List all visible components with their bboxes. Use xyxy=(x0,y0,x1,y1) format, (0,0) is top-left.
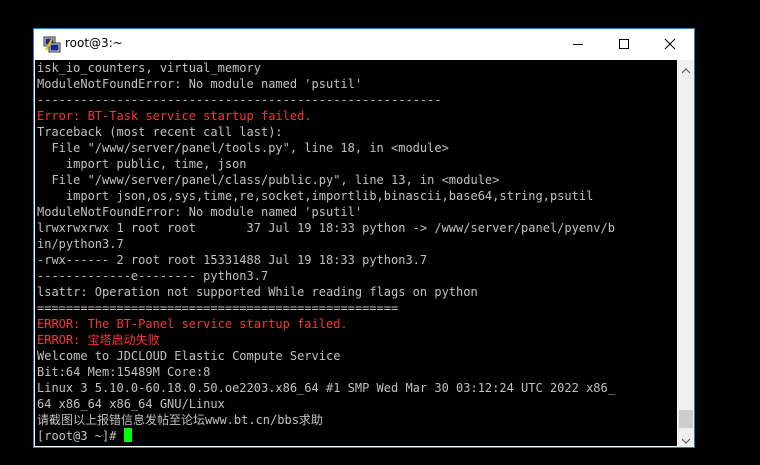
text-cursor xyxy=(123,428,132,442)
terminal-line: Error: BT-Task service startup failed. xyxy=(37,109,312,123)
close-icon xyxy=(664,35,676,54)
title-bar[interactable]: root@3:~ xyxy=(34,29,694,59)
terminal-line: ERROR: 宝塔启动失败 xyxy=(37,333,160,347)
chevron-down-icon xyxy=(681,429,691,448)
terminal-line: lrwxrwxrwx 1 root root 37 Jul 19 18:33 p… xyxy=(37,221,615,235)
terminal-line: Welcome to JDCLOUD Elastic Compute Servi… xyxy=(37,349,341,363)
terminal-text: isk_io_counters, virtual_memory ModuleNot… xyxy=(37,60,677,446)
minimize-icon xyxy=(572,35,584,54)
scroll-up-button[interactable] xyxy=(678,60,694,76)
terminal-line: File "/www/server/panel/tools.py", line … xyxy=(37,141,449,155)
terminal-line: in/python3.7 xyxy=(37,237,124,251)
terminal-line: ERROR: The BT-Panel service startup fail… xyxy=(37,317,348,331)
terminal-line: isk_io_counters, virtual_memory xyxy=(37,61,261,75)
terminal-line: -rwx------ 2 root root 15331488 Jul 19 1… xyxy=(37,253,428,267)
maximize-button[interactable] xyxy=(601,29,647,59)
terminal-window: root@3:~ isk_io_counters, virtual_memory… xyxy=(33,28,695,448)
chevron-up-icon xyxy=(681,59,691,78)
terminal-prompt-line: [root@3 ~]# xyxy=(37,428,677,444)
terminal-line: import json,os,sys,time,re,socket,import… xyxy=(37,189,594,203)
terminal-line: File "/www/server/panel/class/public.py"… xyxy=(37,173,500,187)
terminal-line: Bit:64 Mem:15489M Core:8 xyxy=(37,365,211,379)
vertical-scrollbar[interactable] xyxy=(678,60,694,446)
scrollbar-thumb[interactable] xyxy=(679,410,693,428)
terminal-line: ModuleNotFoundError: No module named 'ps… xyxy=(37,77,363,91)
terminal-line: ========================================… xyxy=(37,301,399,315)
terminal-line: ModuleNotFoundError: No module named 'ps… xyxy=(37,205,363,219)
terminal-line: -------------e-------- python3.7 xyxy=(37,269,269,283)
scroll-down-button[interactable] xyxy=(678,430,694,446)
minimize-button[interactable] xyxy=(555,29,601,59)
terminal-line: 请截图以上报错信息发帖至论坛www.bt.cn/bbs求助 xyxy=(37,413,323,427)
terminal-line: Traceback (most recent call last): xyxy=(37,125,283,139)
terminal-line: ----------------------------------------… xyxy=(37,93,442,107)
terminal-line: lsattr: Operation not supported While re… xyxy=(37,285,478,299)
window-title: root@3:~ xyxy=(65,36,123,50)
terminal-line: Linux 3 5.10.0-60.18.0.50.oe2203.x86_64 … xyxy=(37,381,615,395)
putty-icon[interactable] xyxy=(43,35,61,53)
terminal-output[interactable]: isk_io_counters, virtual_memory ModuleNot… xyxy=(35,60,677,446)
shell-prompt: [root@3 ~]# xyxy=(37,429,124,443)
terminal-line: 64 x86_64 x86_64 GNU/Linux xyxy=(37,397,225,411)
maximize-icon xyxy=(618,35,630,54)
terminal-line: import public, time, json xyxy=(37,157,247,171)
close-button[interactable] xyxy=(647,29,693,59)
